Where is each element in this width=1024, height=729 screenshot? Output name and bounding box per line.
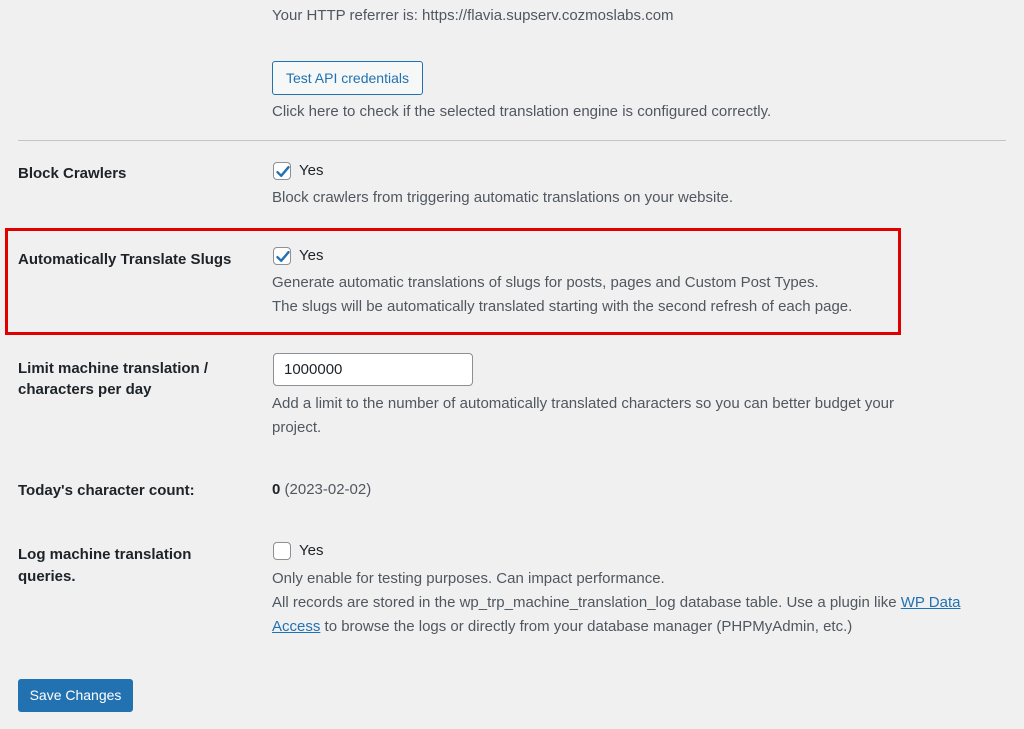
block-crawlers-checkbox[interactable] xyxy=(273,162,291,180)
limit-label-line1: Limit machine translation / xyxy=(18,360,209,377)
save-changes-button[interactable]: Save Changes xyxy=(18,679,133,712)
log-queries-checkbox-label[interactable]: Yes xyxy=(299,541,323,561)
limit-description-line2: project. xyxy=(272,419,322,436)
wp-data-access-link-continued[interactable]: Access xyxy=(272,618,320,635)
log-queries-description-prefix: All records are stored in the wp_trp_mac… xyxy=(272,594,901,611)
char-count-number: 0 xyxy=(272,481,281,498)
log-queries-description-line1: Only enable for testing purposes. Can im… xyxy=(272,570,665,587)
log-queries-checkbox[interactable] xyxy=(273,542,291,560)
char-count-label: Today's character count: xyxy=(18,482,195,499)
log-queries-label-line2: queries. xyxy=(18,568,76,585)
http-referrer-text: Your HTTP referrer is: https://flavia.su… xyxy=(272,7,674,24)
checkmark-icon xyxy=(276,166,290,177)
block-crawlers-label: Block Crawlers xyxy=(18,165,127,182)
block-crawlers-checkbox-label[interactable]: Yes xyxy=(299,161,323,181)
settings-page: Your HTTP referrer is: https://flavia.su… xyxy=(0,0,1024,729)
checkmark-icon xyxy=(276,251,290,262)
char-count-value: 0 (2023-02-02) xyxy=(272,478,371,502)
log-queries-description-line2: All records are stored in the wp_trp_mac… xyxy=(272,591,960,615)
log-queries-label-line1: Log machine translation xyxy=(18,546,192,563)
translate-slugs-description-line2: The slugs will be automatically translat… xyxy=(272,298,853,315)
wp-data-access-link[interactable]: WP Data xyxy=(901,594,961,611)
character-limit-input[interactable] xyxy=(273,353,473,386)
translate-slugs-checkbox[interactable] xyxy=(273,247,291,265)
limit-description-line1: Add a limit to the number of automatical… xyxy=(272,395,895,412)
log-queries-description-line3: Access to browse the logs or directly fr… xyxy=(272,615,852,639)
block-crawlers-description: Block crawlers from triggering automatic… xyxy=(272,189,734,206)
section-divider xyxy=(18,140,1006,141)
translate-slugs-description-line1: Generate automatic translations of slugs… xyxy=(272,274,819,291)
translate-slugs-label: Automatically Translate Slugs xyxy=(18,251,232,268)
translate-slugs-checkbox-label[interactable]: Yes xyxy=(299,246,323,266)
log-queries-description-suffix: to browse the logs or directly from your… xyxy=(320,618,853,635)
char-count-date: (2023-02-02) xyxy=(284,481,372,498)
test-api-description: Click here to check if the selected tran… xyxy=(272,103,772,120)
test-api-credentials-button[interactable]: Test API credentials xyxy=(272,61,423,95)
limit-label-line2: characters per day xyxy=(18,381,152,398)
